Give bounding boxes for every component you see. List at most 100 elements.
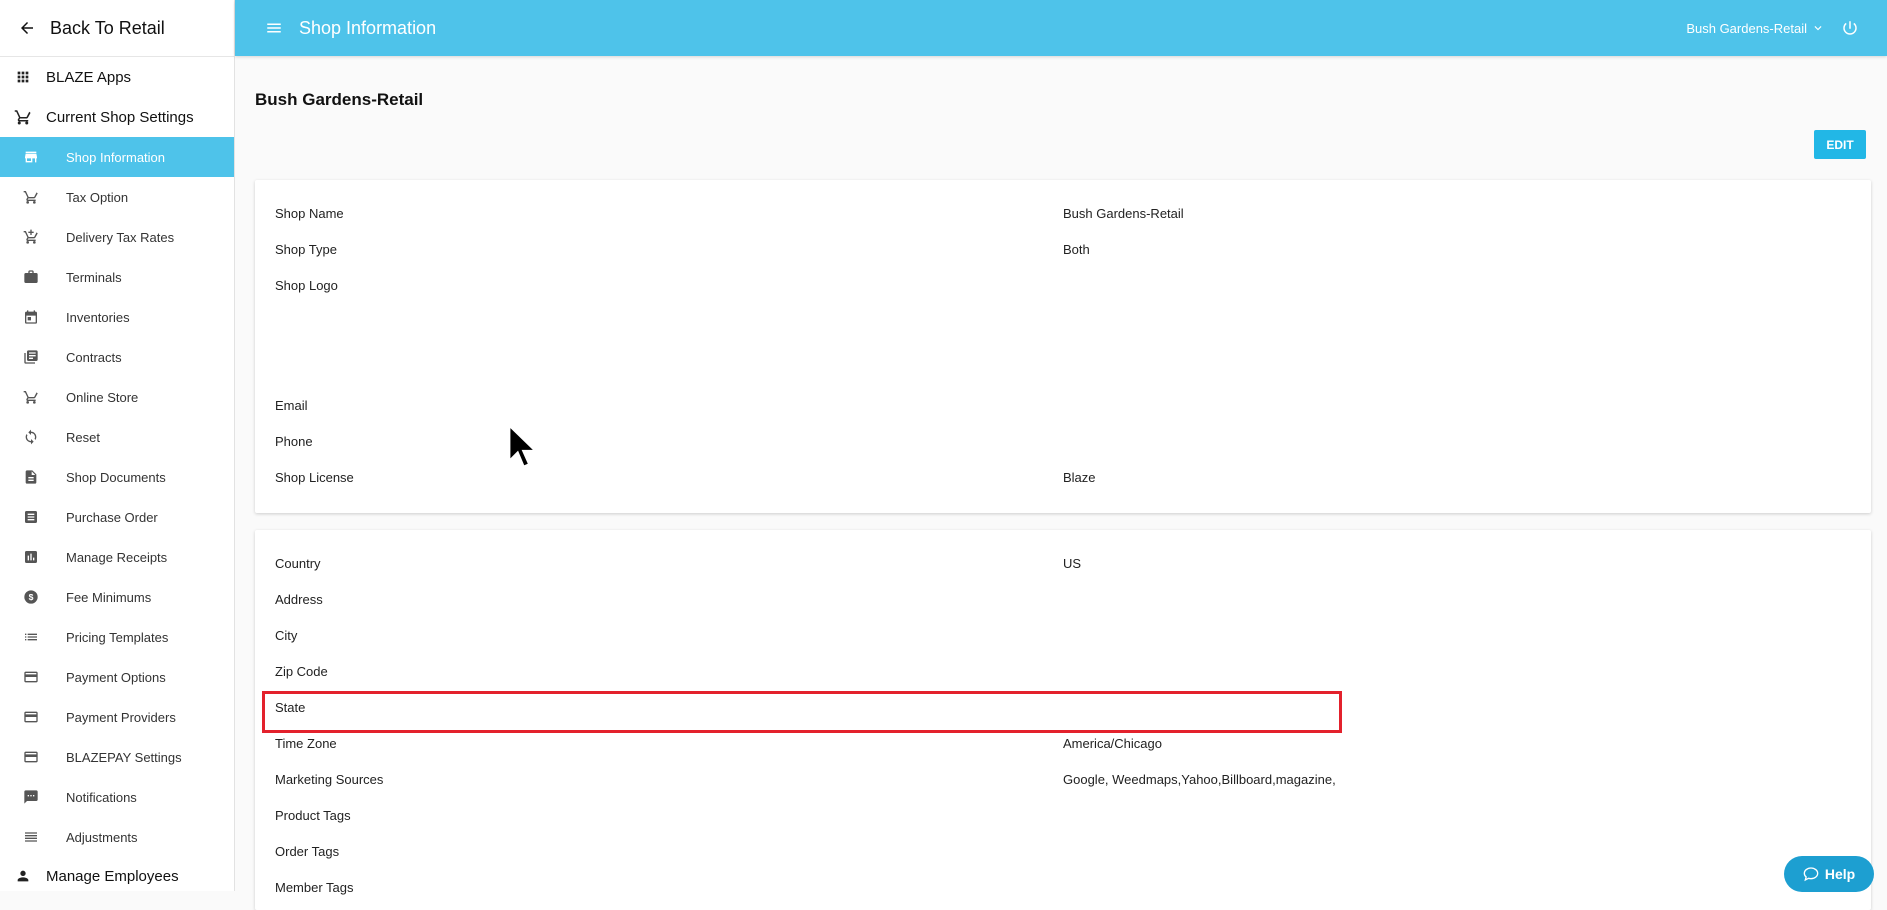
detail-label: City — [275, 628, 298, 643]
detail-row-shop-type: Shop Type Both — [275, 242, 1851, 262]
detail-row-country: Country US — [275, 556, 1851, 576]
cart-plus-icon — [20, 229, 42, 245]
sidebar-item-label: Fee Minimums — [66, 589, 152, 605]
lines-icon — [20, 829, 42, 845]
detail-row-zip-code: Zip Code — [275, 664, 1851, 684]
current-shop-settings-section[interactable]: Current Shop Settings — [0, 97, 234, 137]
sidebar-item-label: Terminals — [66, 269, 122, 285]
detail-row-marketing-sources: Marketing Sources Google, Weedmaps,Yahoo… — [275, 772, 1851, 792]
detail-label: Address — [275, 592, 323, 607]
menu-icon[interactable] — [265, 19, 283, 37]
sidebar-item-label: Payment Providers — [66, 709, 176, 725]
manage-employees-section[interactable]: Manage Employees — [0, 856, 234, 891]
sidebar-item-terminals[interactable]: Terminals — [0, 257, 234, 297]
sidebar-item-adjustments[interactable]: Adjustments — [0, 817, 234, 857]
credit-card-icon — [20, 709, 42, 725]
detail-value: Both — [1063, 242, 1090, 257]
sidebar-item-tax-option[interactable]: Tax Option — [0, 177, 234, 217]
current-shop-settings-label: Current Shop Settings — [46, 108, 194, 126]
detail-label: Shop License — [275, 470, 354, 485]
detail-label: Email — [275, 398, 308, 413]
detail-label: Shop Logo — [275, 278, 338, 293]
detail-row-city: City — [275, 628, 1851, 648]
refresh-icon — [20, 429, 42, 445]
chevron-down-icon — [1814, 26, 1822, 31]
detail-value: Google, Weedmaps,Yahoo,Billboard,magazin… — [1063, 772, 1336, 787]
sidebar-item-label: Contracts — [66, 349, 122, 365]
document-icon — [20, 469, 42, 485]
detail-row-time-zone: Time Zone America/Chicago — [275, 736, 1851, 756]
detail-label: Shop Name — [275, 206, 344, 221]
svg-text:$: $ — [29, 592, 34, 602]
detail-row-order-tags: Order Tags — [275, 844, 1851, 864]
detail-row-email: Email — [275, 398, 1851, 418]
dollar-icon: $ — [20, 589, 42, 605]
sidebar-item-label: Shop Documents — [66, 469, 166, 485]
back-to-retail-link[interactable]: Back To Retail — [0, 0, 234, 57]
list-icon — [20, 629, 42, 645]
sidebar-item-label: Delivery Tax Rates — [66, 229, 175, 245]
page-header-title: Shop Information — [299, 17, 437, 38]
help-label: Help — [1824, 866, 1856, 882]
detail-row-shop-logo: Shop Logo — [275, 278, 1851, 298]
power-icon[interactable] — [1841, 19, 1859, 37]
sidebar: Back To Retail BLAZE Apps Current Shop S… — [0, 0, 235, 891]
credit-card-icon — [20, 749, 42, 765]
sidebar-item-manage-receipts[interactable]: Manage Receipts — [0, 537, 234, 577]
message-icon — [20, 789, 42, 805]
sidebar-item-label: Tax Option — [66, 189, 129, 205]
sidebar-item-label: Adjustments — [66, 829, 138, 845]
sidebar-item-label: Purchase Order — [66, 509, 158, 525]
sidebar-item-blazepay-settings[interactable]: BLAZEPAY Settings — [0, 737, 234, 777]
apps-grid-icon — [12, 69, 34, 85]
detail-label: Order Tags — [275, 844, 340, 859]
detail-row-state: State — [275, 700, 1851, 720]
sidebar-item-payment-options[interactable]: Payment Options — [0, 657, 234, 697]
detail-label: Phone — [275, 434, 313, 449]
top-app-bar: Shop Information Bush Gardens-Retail — [235, 0, 1887, 56]
sidebar-item-label: Inventories — [66, 309, 130, 325]
library-icon — [20, 349, 42, 365]
sidebar-item-inventories[interactable]: Inventories — [0, 297, 234, 337]
blaze-apps-link[interactable]: BLAZE Apps — [0, 57, 234, 97]
mouse-pointer-icon — [508, 423, 538, 475]
detail-value: America/Chicago — [1063, 736, 1162, 751]
help-button[interactable]: Help — [1784, 856, 1874, 892]
edit-button[interactable]: EDIT — [1814, 130, 1866, 159]
sidebar-item-label: Manage Receipts — [66, 549, 168, 565]
sidebar-item-shop-documents[interactable]: Shop Documents — [0, 457, 234, 497]
sidebar-item-shop-information[interactable]: Shop Information — [0, 137, 234, 177]
sidebar-item-purchase-order[interactable]: Purchase Order — [0, 497, 234, 537]
sidebar-item-online-store[interactable]: Online Store — [0, 377, 234, 417]
shop-selector-dropdown[interactable]: Bush Gardens-Retail — [1686, 21, 1825, 36]
store-icon — [20, 149, 42, 165]
detail-row-shop-name: Shop Name Bush Gardens-Retail — [275, 206, 1851, 226]
sidebar-item-reset[interactable]: Reset — [0, 417, 234, 457]
shop-selector-label: Bush Gardens-Retail — [1686, 20, 1807, 36]
chart-icon — [20, 549, 42, 565]
sidebar-item-contracts[interactable]: Contracts — [0, 337, 234, 377]
detail-row-address: Address — [275, 592, 1851, 612]
sidebar-item-label: Pricing Templates — [66, 629, 169, 645]
back-label: Back To Retail — [50, 17, 165, 38]
detail-label: Zip Code — [275, 664, 328, 679]
shop-location-card: Country US Address City Zip Code State T… — [255, 530, 1871, 910]
sidebar-item-label: Payment Options — [66, 669, 166, 685]
chat-bubble-icon — [1803, 867, 1819, 882]
sidebar-item-payment-providers[interactable]: Payment Providers — [0, 697, 234, 737]
detail-row-member-tags: Member Tags — [275, 880, 1851, 900]
sidebar-item-label: Shop Information — [66, 149, 166, 165]
detail-label: Marketing Sources — [275, 772, 384, 787]
sidebar-item-label: Online Store — [66, 389, 139, 405]
sidebar-item-fee-minimums[interactable]: $ Fee Minimums — [0, 577, 234, 617]
detail-row-product-tags: Product Tags — [275, 808, 1851, 828]
person-icon — [12, 868, 34, 884]
briefcase-icon — [20, 269, 42, 285]
detail-value: US — [1063, 556, 1082, 571]
blaze-apps-label: BLAZE Apps — [46, 68, 132, 86]
sidebar-item-pricing-templates[interactable]: Pricing Templates — [0, 617, 234, 657]
credit-card-icon — [20, 669, 42, 685]
detail-label: Member Tags — [275, 880, 354, 895]
sidebar-item-delivery-tax-rates[interactable]: Delivery Tax Rates — [0, 217, 234, 257]
sidebar-item-notifications[interactable]: Notifications — [0, 777, 234, 817]
